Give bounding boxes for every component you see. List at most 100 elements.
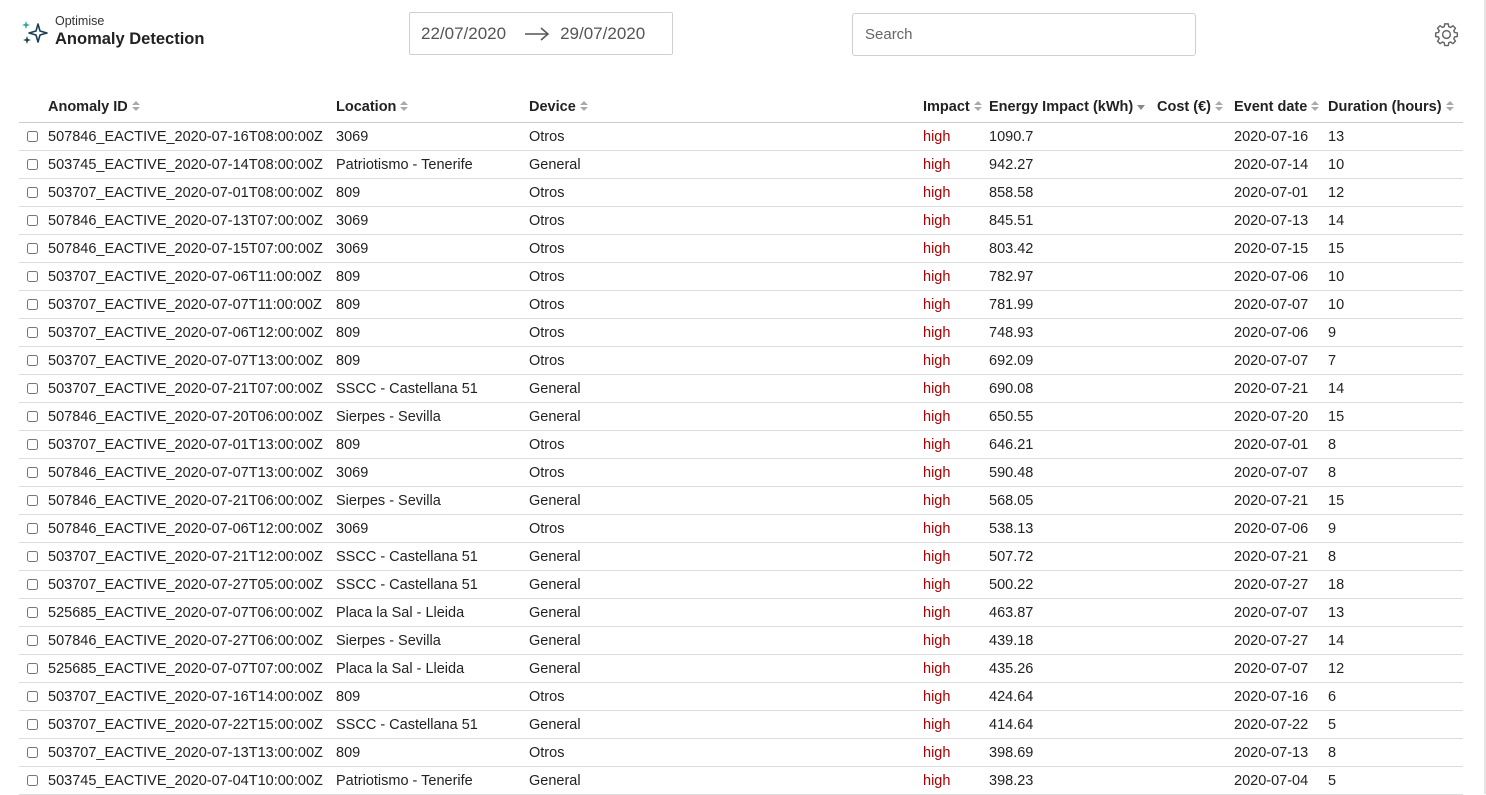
sort-icon[interactable] [1311,100,1320,112]
table-row[interactable]: 503745_EACTIVE_2020-07-14T08:00:00Z Patri… [19,150,1463,179]
device-cell: Otros [529,682,923,711]
device-cell: General [529,486,923,515]
device-cell: Otros [529,234,923,263]
device-cell: Otros [529,262,923,291]
sort-icon[interactable] [1214,100,1223,112]
impact-cell: high [923,514,989,543]
impact-cell: high [923,626,989,655]
sort-desc-icon[interactable] [1137,100,1146,112]
header-device[interactable]: Device [529,92,923,123]
duration-cell: 9 [1328,514,1463,543]
table-row[interactable]: 525685_EACTIVE_2020-07-07T06:00:00Z Placa… [19,598,1463,627]
row-checkbox[interactable] [27,215,38,227]
row-checkbox[interactable] [27,467,38,479]
cost-cell [1157,682,1234,711]
duration-cell: 14 [1328,374,1463,403]
table-row[interactable]: 507846_EACTIVE_2020-07-06T12:00:00Z 3069 O… [19,514,1463,543]
row-checkbox[interactable] [27,271,38,283]
row-checkbox[interactable] [27,663,38,675]
table-row[interactable]: 503707_EACTIVE_2020-07-06T11:00:00Z 809 Ot… [19,262,1463,291]
row-checkbox[interactable] [27,327,38,339]
table-row[interactable]: 507846_EACTIVE_2020-07-20T06:00:00Z Sierp… [19,402,1463,431]
table-row[interactable]: 507846_EACTIVE_2020-07-07T13:00:00Z 3069 O… [19,458,1463,487]
row-checkbox[interactable] [27,495,38,507]
date-range-picker[interactable]: 22/07/2020 29/07/2020 [409,12,673,55]
row-checkbox[interactable] [27,747,38,759]
table-row[interactable]: 503707_EACTIVE_2020-07-16T14:00:00Z 809 Ot… [19,682,1463,711]
table-row[interactable]: 503707_EACTIVE_2020-07-07T13:00:00Z 809 Ot… [19,346,1463,375]
row-checkbox-cell [19,374,48,403]
device-cell: General [529,654,923,683]
anomaly-id-cell: 507846_EACTIVE_2020-07-07T13:00:00Z [48,458,336,487]
cost-cell [1157,178,1234,207]
date-from[interactable]: 22/07/2020 [421,24,506,44]
sort-icon[interactable] [579,100,588,112]
table-row[interactable]: 507846_EACTIVE_2020-07-13T07:00:00Z 3069 O… [19,206,1463,235]
row-checkbox[interactable] [27,579,38,591]
row-checkbox[interactable] [27,775,38,787]
impact-cell: high [923,598,989,627]
table-row[interactable]: 503707_EACTIVE_2020-07-13T13:00:00Z 809 Ot… [19,738,1463,767]
row-checkbox[interactable] [27,355,38,367]
energy-impact-cell: 538.13 [989,514,1157,543]
row-checkbox[interactable] [27,243,38,255]
header-anomaly-id[interactable]: Anomaly ID [48,92,336,123]
duration-cell: 6 [1328,682,1463,711]
location-cell: Placa la Sal - Lleida [336,654,529,683]
event-date-cell: 2020-07-06 [1234,514,1328,543]
table-row[interactable]: 503707_EACTIVE_2020-07-01T08:00:00Z 809 Ot… [19,178,1463,207]
search-input[interactable] [852,13,1196,56]
row-checkbox[interactable] [27,523,38,535]
header-event-date[interactable]: Event date [1234,92,1328,123]
header-cost[interactable]: Cost (€) [1157,92,1234,123]
row-checkbox-cell [19,654,48,683]
row-checkbox[interactable] [27,551,38,563]
anomaly-id-cell: 525685_EACTIVE_2020-07-07T06:00:00Z [48,598,336,627]
row-checkbox[interactable] [27,635,38,647]
sparkle-icon [22,20,48,44]
table-row[interactable]: 503707_EACTIVE_2020-07-21T07:00:00Z SSCC … [19,374,1463,403]
column-label: Duration (hours) [1328,99,1442,115]
table-row[interactable]: 525685_EACTIVE_2020-07-07T07:00:00Z Placa… [19,654,1463,683]
header-impact[interactable]: Impact [923,92,989,123]
row-checkbox[interactable] [27,299,38,311]
sort-icon[interactable] [973,100,982,112]
table-row[interactable]: 507846_EACTIVE_2020-07-16T08:00:00Z 3069 O… [19,122,1463,151]
cost-cell [1157,346,1234,375]
row-checkbox[interactable] [27,383,38,395]
date-to[interactable]: 29/07/2020 [560,24,645,44]
table-row[interactable]: 503707_EACTIVE_2020-07-06T12:00:00Z 809 Ot… [19,318,1463,347]
energy-impact-cell: 435.26 [989,654,1157,683]
impact-cell: high [923,710,989,739]
row-checkbox[interactable] [27,131,38,143]
sort-icon[interactable] [1445,100,1454,112]
row-checkbox[interactable] [27,159,38,171]
table-row[interactable]: 503745_EACTIVE_2020-07-04T10:00:00Z Patri… [19,766,1463,795]
row-checkbox[interactable] [27,607,38,619]
device-cell: Otros [529,514,923,543]
row-checkbox[interactable] [27,187,38,199]
table-row[interactable]: 507846_EACTIVE_2020-07-21T06:00:00Z Sierp… [19,486,1463,515]
row-checkbox[interactable] [27,439,38,451]
table-row[interactable]: 507846_EACTIVE_2020-07-15T07:00:00Z 3069 O… [19,234,1463,263]
table-row[interactable]: 503707_EACTIVE_2020-07-01T13:00:00Z 809 Ot… [19,430,1463,459]
header-duration[interactable]: Duration (hours) [1328,92,1463,123]
energy-impact-cell: 748.93 [989,318,1157,347]
row-checkbox[interactable] [27,411,38,423]
table-row[interactable]: 503707_EACTIVE_2020-07-27T05:00:00Z SSCC … [19,570,1463,599]
table-row[interactable]: 503707_EACTIVE_2020-07-07T11:00:00Z 809 Ot… [19,290,1463,319]
anomaly-id-cell: 525685_EACTIVE_2020-07-07T07:00:00Z [48,654,336,683]
app-brand[interactable]: Optimise Anomaly Detection [19,14,204,49]
sort-icon[interactable] [400,100,409,112]
header-energy-impact[interactable]: Energy Impact (kWh) [989,92,1157,123]
sort-icon[interactable] [131,100,140,112]
row-checkbox[interactable] [27,719,38,731]
row-checkbox[interactable] [27,691,38,703]
energy-impact-cell: 1090.7 [989,122,1157,151]
table-row[interactable]: 507846_EACTIVE_2020-07-27T06:00:00Z Sierp… [19,626,1463,655]
table-row[interactable]: 503707_EACTIVE_2020-07-21T12:00:00Z SSCC … [19,542,1463,571]
table-row[interactable]: 503707_EACTIVE_2020-07-22T15:00:00Z SSCC … [19,710,1463,739]
gear-icon[interactable] [1434,22,1459,47]
row-checkbox-cell [19,458,48,487]
header-location[interactable]: Location [336,92,529,123]
